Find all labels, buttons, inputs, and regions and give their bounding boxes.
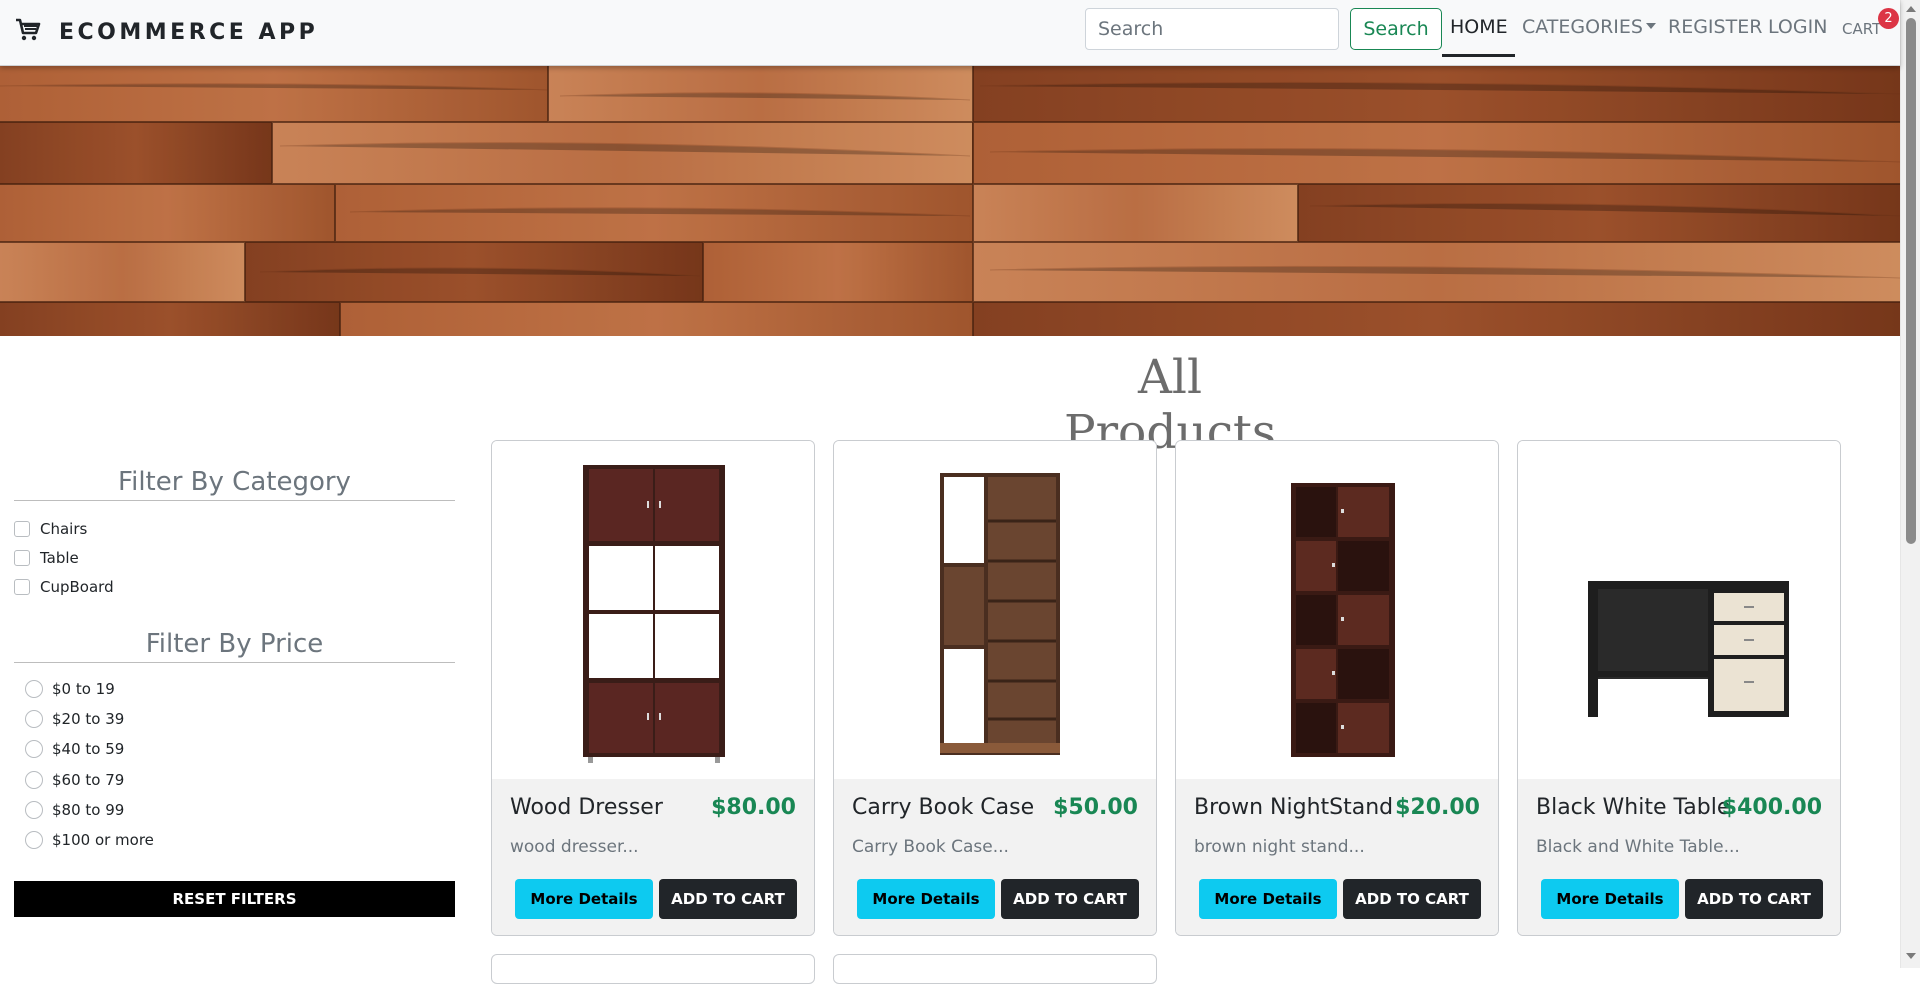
search-input[interactable] bbox=[1085, 8, 1339, 50]
top-navbar: ECOMMERCE APP Search HOME CATEGORIES REG… bbox=[0, 0, 1900, 66]
radio-label: $80 to 99 bbox=[52, 801, 125, 819]
search-button[interactable]: Search bbox=[1350, 8, 1442, 50]
price-radio-80-99[interactable]: $80 to 99 bbox=[25, 799, 124, 821]
add-to-cart-button[interactable]: ADD TO CART bbox=[1343, 879, 1481, 919]
brand-name: ECOMMERCE APP bbox=[59, 19, 319, 45]
price-radio-0-19[interactable]: $0 to 19 bbox=[25, 678, 115, 700]
product-price: $80.00 bbox=[711, 795, 796, 820]
product-image[interactable] bbox=[1176, 441, 1498, 779]
radio-label: $100 or more bbox=[52, 831, 154, 849]
nav-home[interactable]: HOME bbox=[1450, 16, 1508, 44]
product-card bbox=[833, 954, 1157, 984]
add-to-cart-button[interactable]: ADD TO CART bbox=[1001, 879, 1139, 919]
shopping-cart-icon bbox=[14, 16, 42, 48]
divider bbox=[14, 662, 455, 663]
radio-label: $60 to 79 bbox=[52, 771, 125, 789]
product-card: Brown NightStand $20.00 brown night stan… bbox=[1175, 440, 1499, 936]
product-card: Carry Book Case $50.00 Carry Book Case..… bbox=[833, 440, 1157, 936]
product-price: $20.00 bbox=[1395, 795, 1480, 820]
product-image[interactable] bbox=[492, 441, 814, 779]
radio-label: $20 to 39 bbox=[52, 710, 125, 728]
add-to-cart-button[interactable]: ADD TO CART bbox=[1685, 879, 1823, 919]
price-radio-20-39[interactable]: $20 to 39 bbox=[25, 708, 124, 730]
product-image[interactable] bbox=[1518, 441, 1840, 779]
product-card-body: Wood Dresser $80.00 wood dresser... More… bbox=[492, 779, 814, 935]
radio-button[interactable] bbox=[25, 710, 43, 728]
page-scrollbar[interactable] bbox=[1900, 0, 1920, 968]
product-description: Carry Book Case... bbox=[852, 837, 1009, 857]
radio-button[interactable] bbox=[25, 771, 43, 789]
checkbox[interactable] bbox=[14, 550, 30, 566]
cart-count-badge: 2 bbox=[1878, 8, 1899, 29]
scrollbar-thumb[interactable] bbox=[1906, 18, 1916, 544]
price-radio-100-plus[interactable]: $100 or more bbox=[25, 829, 154, 851]
checkbox-label: Chairs bbox=[40, 520, 88, 538]
radio-button[interactable] bbox=[25, 831, 43, 849]
active-nav-indicator bbox=[1442, 54, 1515, 57]
category-checkbox-table[interactable]: Table bbox=[14, 547, 79, 569]
reset-filters-button[interactable]: RESET FILTERS bbox=[14, 881, 455, 917]
checkbox[interactable] bbox=[14, 579, 30, 595]
product-description: brown night stand... bbox=[1194, 837, 1365, 857]
more-details-button[interactable]: More Details bbox=[1541, 879, 1679, 919]
product-name: Carry Book Case bbox=[852, 795, 1035, 820]
product-image[interactable] bbox=[834, 441, 1156, 779]
category-checkbox-cupboard[interactable]: CupBoard bbox=[14, 576, 114, 598]
product-card bbox=[491, 954, 815, 984]
scroll-up-arrow-icon[interactable] bbox=[1906, 6, 1916, 12]
product-name: Brown NightStand bbox=[1194, 795, 1394, 820]
brand-link[interactable]: ECOMMERCE APP bbox=[14, 14, 318, 50]
scroll-down-arrow-icon[interactable] bbox=[1906, 953, 1916, 959]
product-card: Black White Table $400.00 Black and Whit… bbox=[1517, 440, 1841, 936]
nav-cart[interactable]: CART bbox=[1842, 20, 1881, 48]
add-to-cart-button[interactable]: ADD TO CART bbox=[659, 879, 797, 919]
divider bbox=[14, 500, 455, 501]
category-checkbox-chairs[interactable]: Chairs bbox=[14, 518, 87, 540]
checkbox-label: Table bbox=[40, 549, 79, 567]
product-name: Wood Dresser bbox=[510, 795, 663, 820]
nav-register[interactable]: REGISTER bbox=[1668, 16, 1762, 44]
more-details-button[interactable]: More Details bbox=[515, 879, 653, 919]
nav-login[interactable]: LOGIN bbox=[1768, 16, 1827, 44]
checkbox[interactable] bbox=[14, 521, 30, 537]
product-card-body: Carry Book Case $50.00 Carry Book Case..… bbox=[834, 779, 1156, 935]
radio-label: $40 to 59 bbox=[52, 740, 125, 758]
product-price: $50.00 bbox=[1053, 795, 1138, 820]
radio-button[interactable] bbox=[25, 680, 43, 698]
radio-label: $0 to 19 bbox=[52, 680, 115, 698]
product-description: Black and White Table... bbox=[1536, 837, 1740, 857]
nav-categories-dropdown[interactable]: CATEGORIES bbox=[1522, 16, 1656, 44]
price-radio-40-59[interactable]: $40 to 59 bbox=[25, 738, 124, 760]
product-card-body: Black White Table $400.00 Black and Whit… bbox=[1518, 779, 1840, 935]
product-card-body: Brown NightStand $20.00 brown night stan… bbox=[1176, 779, 1498, 935]
product-card: Wood Dresser $80.00 wood dresser... More… bbox=[491, 440, 815, 936]
radio-button[interactable] bbox=[25, 740, 43, 758]
product-price: $400.00 bbox=[1721, 795, 1822, 820]
banner-image bbox=[0, 66, 1900, 336]
radio-button[interactable] bbox=[25, 801, 43, 819]
caret-down-icon bbox=[1645, 22, 1656, 29]
checkbox-label: CupBoard bbox=[40, 578, 114, 596]
product-name: Black White Table bbox=[1536, 795, 1731, 820]
more-details-button[interactable]: More Details bbox=[857, 879, 995, 919]
price-filter-title: Filter By Price bbox=[145, 629, 324, 659]
nav-categories-label: CATEGORIES bbox=[1522, 16, 1643, 38]
price-radio-60-79[interactable]: $60 to 79 bbox=[25, 769, 124, 791]
product-description: wood dresser... bbox=[510, 837, 639, 857]
category-filter-title: Filter By Category bbox=[118, 467, 351, 497]
more-details-button[interactable]: More Details bbox=[1199, 879, 1337, 919]
